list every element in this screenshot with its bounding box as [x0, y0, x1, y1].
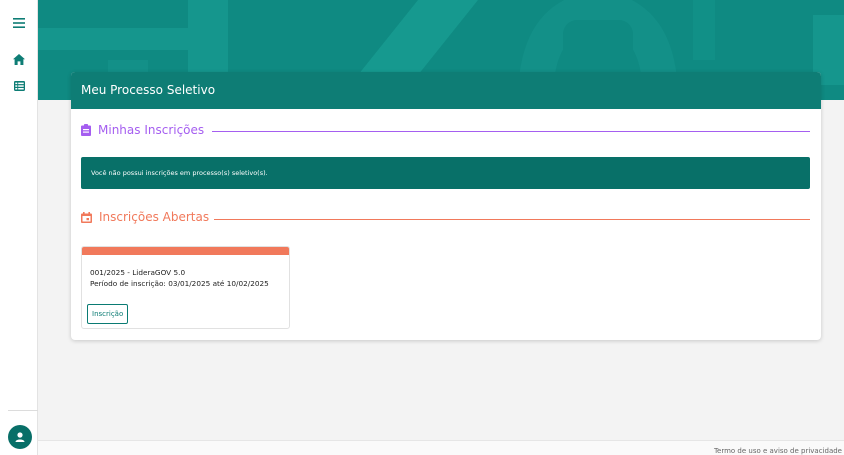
- selection-process-card: Meu Processo Seletivo Minhas Inscrições …: [71, 72, 821, 340]
- home-icon: [13, 53, 25, 65]
- process-period: Período de inscrição: 03/01/2025 até 10/…: [90, 279, 269, 288]
- avatar[interactable]: [8, 425, 32, 449]
- open-inscriptions-divider: [214, 219, 810, 220]
- calendar-icon: [81, 211, 92, 223]
- sidebar-item-list[interactable]: [0, 75, 38, 97]
- card-title: Meu Processo Seletivo: [71, 72, 821, 109]
- my-inscriptions-title: Minhas Inscrições: [98, 123, 205, 137]
- my-inscriptions-heading: Minhas Inscrições: [81, 123, 204, 137]
- process-name: 001/2025 - LideraGOV 5.0: [90, 268, 186, 277]
- main-area: Meu Processo Seletivo Minhas Inscrições …: [38, 0, 844, 455]
- inscription-button[interactable]: Inscrição: [87, 304, 129, 324]
- open-inscriptions-heading: Inscrições Abertas: [81, 210, 209, 224]
- terms-link[interactable]: Termo de uso e aviso de privacidade: [714, 447, 842, 455]
- list-icon: [13, 81, 25, 91]
- menu-icon: [13, 18, 25, 28]
- no-inscriptions-alert: Você não possui inscrições em processo(s…: [81, 157, 810, 189]
- menu-button[interactable]: [0, 12, 38, 34]
- open-inscriptions-title: Inscrições Abertas: [99, 210, 210, 224]
- sidebar: [0, 0, 38, 455]
- user-icon: [15, 432, 25, 442]
- process-card: 001/2025 - LideraGOV 5.0 Período de insc…: [81, 246, 290, 329]
- my-inscriptions-divider: [212, 131, 810, 132]
- sidebar-divider: [8, 410, 38, 411]
- clipboard-icon: [81, 124, 91, 136]
- sidebar-item-home[interactable]: [0, 48, 38, 70]
- footer: Termo de uso e aviso de privacidade: [38, 440, 844, 455]
- process-card-bar: [82, 247, 289, 255]
